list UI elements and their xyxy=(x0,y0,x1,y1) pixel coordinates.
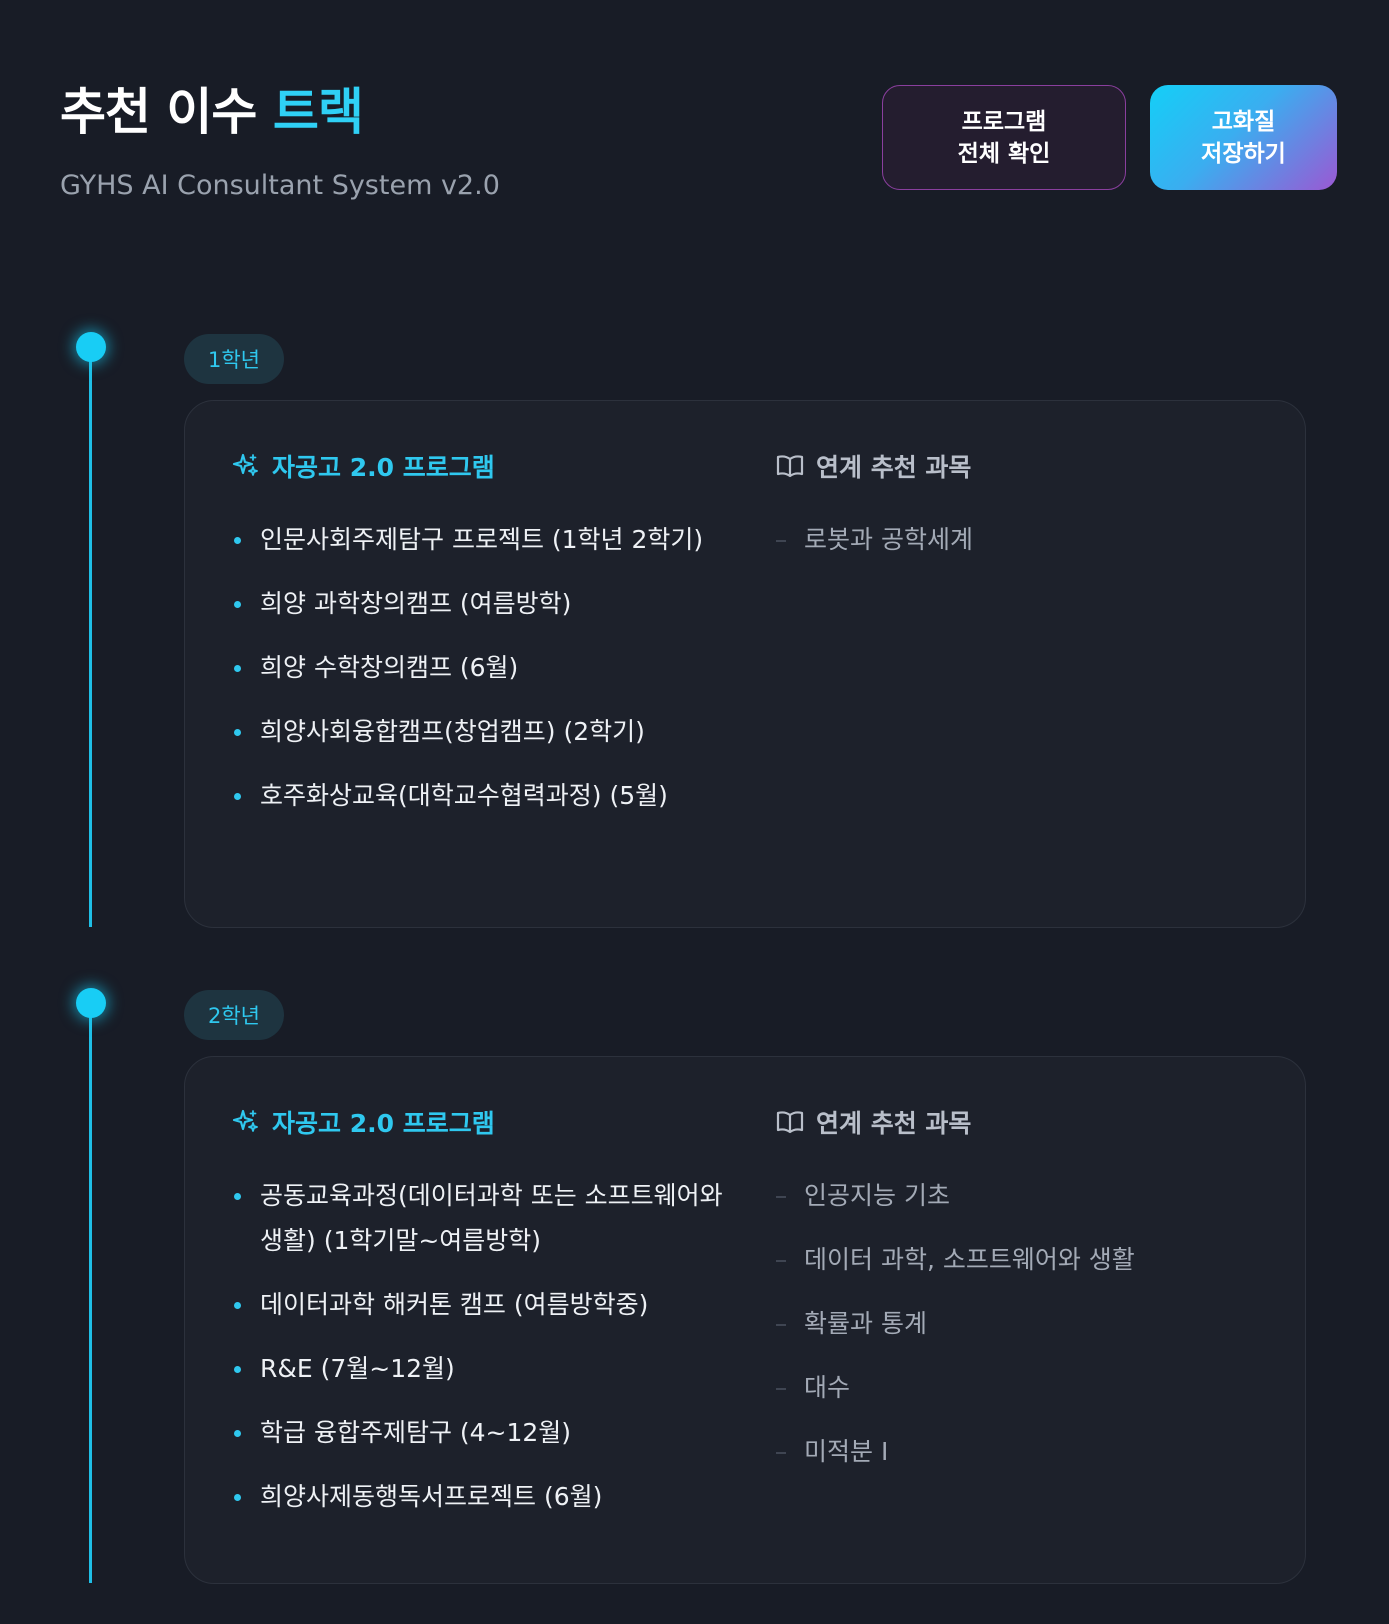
course-heading: 연계 추천 과목 xyxy=(776,1107,1256,1138)
grade-1-card: 자공고 2.0 프로그램 인문사회주제탐구 프로젝트 (1학년 2학기) 희양 … xyxy=(184,400,1306,928)
program-item: 공동교육과정(데이터과학 또는 소프트웨어와 생활) (1학기말~여름방학) xyxy=(232,1173,732,1263)
book-icon xyxy=(776,1111,804,1134)
program-item: 데이터과학 해커톤 캠프 (여름방학중) xyxy=(232,1282,732,1327)
course-section: 연계 추천 과목 인공지능 기초 데이터 과학, 소프트웨어와 생활 확률과 통… xyxy=(776,1107,1256,1493)
course-list: 인공지능 기초 데이터 과학, 소프트웨어와 생활 확률과 통계 대수 미적분 … xyxy=(776,1173,1256,1474)
program-heading-label: 자공고 2.0 프로그램 xyxy=(272,453,495,482)
course-item: 대수 xyxy=(776,1365,1256,1410)
program-item: 호주화상교육(대학교수협력과정) (5월) xyxy=(232,773,732,818)
program-item: 희양사제동행독서프로젝트 (6월) xyxy=(232,1474,732,1519)
view-all-programs-button-line2: 전체 확인 xyxy=(957,140,1051,167)
program-section: 자공고 2.0 프로그램 인문사회주제탐구 프로젝트 (1학년 2학기) 희양 … xyxy=(232,451,732,837)
page-title-accent: 트랙 xyxy=(272,83,364,141)
program-list: 공동교육과정(데이터과학 또는 소프트웨어와 생활) (1학기말~여름방학) 데… xyxy=(232,1173,732,1519)
program-item: 학급 융합주제탐구 (4~12월) xyxy=(232,1410,732,1455)
save-high-quality-button[interactable]: 고화질 저장하기 xyxy=(1150,85,1337,190)
page-title: 추천 이수 트랙 xyxy=(60,72,364,144)
course-section: 연계 추천 과목 로봇과 공학세계 xyxy=(776,451,1256,581)
program-item: R&E (7월~12월) xyxy=(232,1346,732,1391)
program-heading: 자공고 2.0 프로그램 xyxy=(232,1107,732,1138)
program-item: 희양사회융합캠프(창업캠프) (2학기) xyxy=(232,709,732,754)
course-item: 데이터 과학, 소프트웨어와 생활 xyxy=(776,1237,1256,1282)
page: 추천 이수 트랙 GYHS AI Consultant System v2.0 … xyxy=(0,0,1389,1624)
program-item: 희양 과학창의캠프 (여름방학) xyxy=(232,581,732,626)
book-icon xyxy=(776,455,804,478)
course-heading-label: 연계 추천 과목 xyxy=(816,1109,972,1138)
page-title-main: 추천 이수 xyxy=(60,83,257,141)
view-all-programs-button-line1: 프로그램 xyxy=(961,108,1047,135)
sparkle-icon xyxy=(232,1109,258,1132)
course-item: 로봇과 공학세계 xyxy=(776,517,1256,562)
course-heading-label: 연계 추천 과목 xyxy=(816,453,972,482)
program-section: 자공고 2.0 프로그램 공동교육과정(데이터과학 또는 소프트웨어와 생활) … xyxy=(232,1107,732,1538)
timeline-line xyxy=(89,347,92,927)
program-item: 인문사회주제탐구 프로젝트 (1학년 2학기) xyxy=(232,517,732,562)
program-heading: 자공고 2.0 프로그램 xyxy=(232,451,732,482)
view-all-programs-button[interactable]: 프로그램 전체 확인 xyxy=(882,85,1126,190)
grade-badge: 1학년 xyxy=(184,334,285,384)
timeline-dot xyxy=(76,332,106,362)
timeline-line xyxy=(89,1003,92,1583)
save-high-quality-button-line2: 저장하기 xyxy=(1201,140,1286,167)
save-high-quality-button-line1: 고화질 xyxy=(1211,108,1276,135)
grade-2-card: 자공고 2.0 프로그램 공동교육과정(데이터과학 또는 소프트웨어와 생활) … xyxy=(184,1056,1306,1584)
sparkle-icon xyxy=(232,453,258,476)
course-list: 로봇과 공학세계 xyxy=(776,517,1256,562)
course-item: 인공지능 기초 xyxy=(776,1173,1256,1218)
course-heading: 연계 추천 과목 xyxy=(776,451,1256,482)
program-list: 인문사회주제탐구 프로젝트 (1학년 2학기) 희양 과학창의캠프 (여름방학)… xyxy=(232,517,732,818)
course-item: 확률과 통계 xyxy=(776,1301,1256,1346)
program-item: 희양 수학창의캠프 (6월) xyxy=(232,645,732,690)
timeline-dot xyxy=(76,988,106,1018)
course-item: 미적분 I xyxy=(776,1429,1256,1474)
program-heading-label: 자공고 2.0 프로그램 xyxy=(272,1109,495,1138)
grade-badge: 2학년 xyxy=(184,990,285,1040)
page-subtitle: GYHS AI Consultant System v2.0 xyxy=(60,170,500,201)
